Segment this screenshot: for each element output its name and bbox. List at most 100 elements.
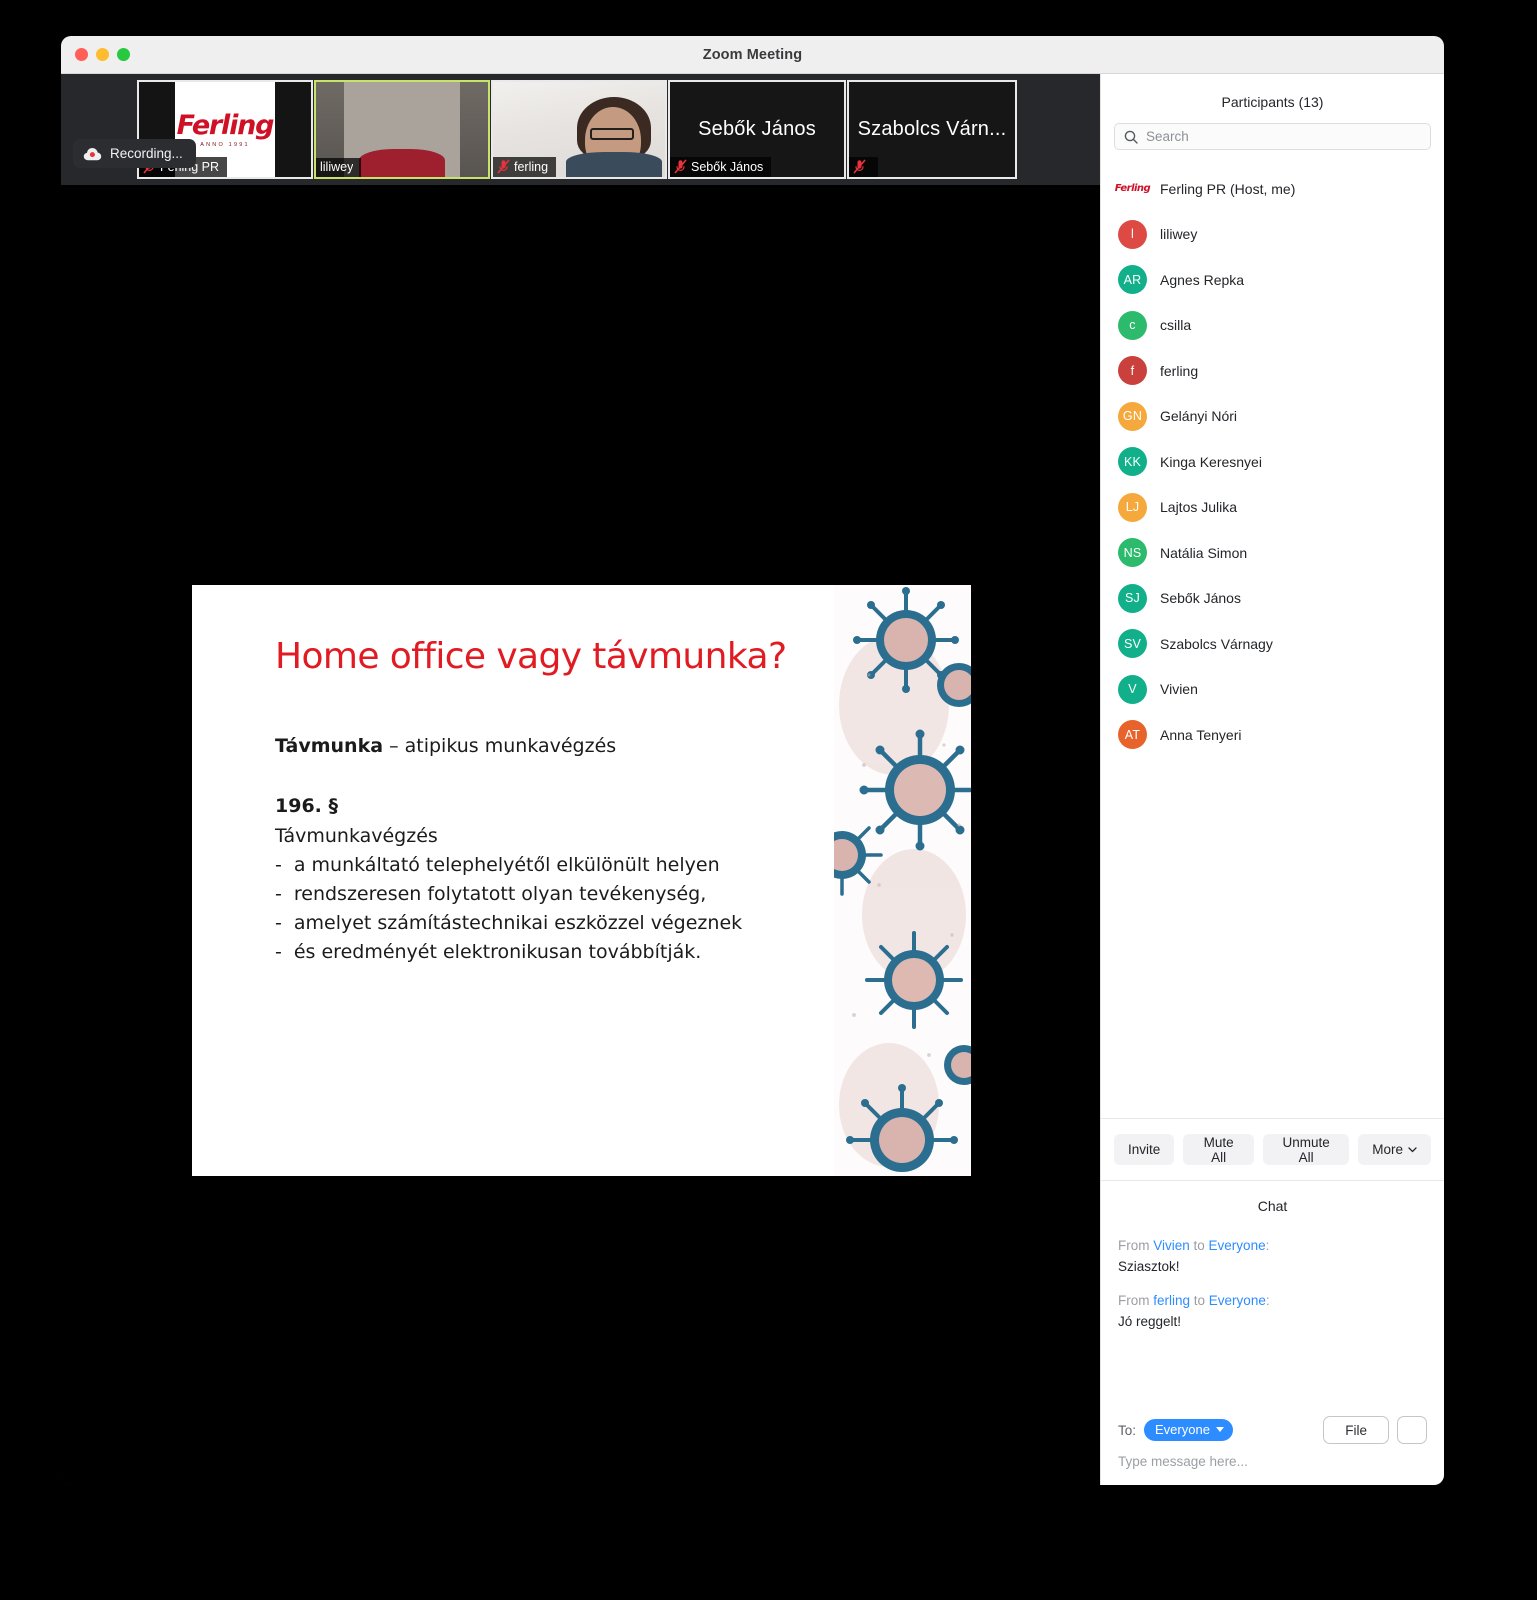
participant-name: Szabolcs Várnagy	[1160, 635, 1273, 652]
bullet-text: és eredményét elektronikusan továbbítják…	[293, 940, 702, 963]
participant-name: Vivien	[1160, 681, 1198, 698]
slide-bullet-item: - amelyet számítástechnikai eszközzel vé…	[275, 912, 834, 934]
avatar: SJ	[1118, 583, 1147, 613]
ferling-logo-wordmark: Ferling	[176, 109, 275, 141]
avatar: f	[1118, 356, 1147, 386]
unmute-all-button[interactable]: Unmute All	[1263, 1134, 1350, 1165]
chat-recipient-row: To: Everyone File	[1118, 1416, 1427, 1444]
mic-off-icon	[674, 159, 687, 174]
avatar-initials: AT	[1124, 727, 1141, 742]
chat-recipient[interactable]: Everyone	[1209, 1238, 1266, 1253]
video-tile-sebok-janos[interactable]: Sebők János Sebők János	[668, 80, 846, 179]
invite-button[interactable]: Invite	[1114, 1134, 1175, 1165]
file-button[interactable]: File	[1323, 1416, 1389, 1444]
cloud-recording-icon	[83, 147, 102, 160]
avatar: AR	[1118, 265, 1147, 295]
more-button[interactable]: More	[1358, 1134, 1431, 1165]
slide-content: Home office vagy távmunka? Távmunka – at…	[192, 585, 834, 1176]
slide-virus-artwork	[834, 585, 971, 1176]
chat-message-input[interactable]	[1118, 1454, 1427, 1469]
zoom-meeting-window: Zoom Meeting Ferling ANNO 1991 PR liliwe…	[61, 36, 1444, 1485]
avatar-initials: NS	[1123, 545, 1142, 560]
participant-row[interactable]: SV Szabolcs Várnagy	[1101, 621, 1444, 667]
participant-row[interactable]: Ferling Ferling PR (Host, me)	[1101, 166, 1444, 212]
chat-messages: From Vivien to Everyone: Sziasztok! From…	[1101, 1224, 1444, 1416]
avatar-initials: f	[1130, 363, 1135, 378]
chat-recipient[interactable]: Everyone	[1209, 1293, 1266, 1308]
participant-row[interactable]: V Vivien	[1101, 667, 1444, 713]
participant-row[interactable]: LJ Lajtos Julika	[1101, 485, 1444, 531]
video-tile-liliwey[interactable]: liliwey	[314, 80, 490, 179]
avatar: LJ	[1118, 492, 1147, 522]
chat-suffix: :	[1265, 1238, 1270, 1253]
chat-mid: to	[1189, 1238, 1209, 1253]
participant-row[interactable]: c csilla	[1101, 303, 1444, 349]
slide-paragraph: 196. § Távmunkavégzés - a munkáltató tel…	[275, 795, 834, 963]
window-titlebar: Zoom Meeting	[61, 36, 1444, 74]
participants-actions: Invite Mute All Unmute All More	[1101, 1118, 1444, 1180]
unmute-all-label: Unmute All	[1282, 1134, 1330, 1165]
participant-row[interactable]: GN Gelányi Nóri	[1101, 394, 1444, 440]
participant-name: liliwey	[1160, 226, 1198, 243]
ferling-logo-tagline: ANNO 1991	[200, 141, 250, 148]
participant-name: csilla	[1160, 317, 1192, 334]
participant-name: Agnes Repka	[1160, 271, 1245, 288]
participants-header: Participants (13)	[1221, 94, 1324, 110]
video-tile-label: liliwey	[316, 158, 362, 177]
bullet-mark: -	[275, 853, 282, 876]
emoji-button[interactable]	[1397, 1416, 1427, 1444]
video-tile-label: Sebők János	[670, 157, 772, 177]
avatar: AT	[1118, 720, 1147, 750]
participant-row[interactable]: AT Anna Tenyeri	[1101, 712, 1444, 758]
chat-recipient-dropdown[interactable]: Everyone	[1144, 1419, 1233, 1441]
caret-down-icon	[1215, 1427, 1224, 1432]
recording-indicator[interactable]: Recording...	[73, 139, 196, 168]
video-tile-label	[849, 157, 878, 177]
chat-prefix: From	[1118, 1238, 1154, 1253]
chat-footer: To: Everyone File	[1101, 1416, 1444, 1485]
search-icon	[1124, 130, 1138, 144]
participant-row[interactable]: l liliwey	[1101, 212, 1444, 258]
avatar: GN	[1118, 401, 1147, 431]
avatar-initials: V	[1128, 682, 1137, 697]
avatar-initials: l	[1131, 227, 1134, 242]
chat-message-body: Jó reggelt!	[1118, 1314, 1182, 1330]
chat-to-label: To:	[1118, 1422, 1137, 1438]
shared-screen-slide: Home office vagy távmunka? Távmunka – at…	[192, 585, 971, 1176]
chat-sender[interactable]: ferling	[1153, 1293, 1190, 1308]
chat-recipient-value: Everyone	[1155, 1422, 1210, 1437]
search-box[interactable]	[1114, 123, 1431, 150]
participant-name: Anna Tenyeri	[1160, 726, 1242, 743]
participants-list: Ferling Ferling PR (Host, me) l liliwey …	[1101, 162, 1444, 1118]
mute-all-button[interactable]: Mute All	[1183, 1134, 1255, 1165]
search-input[interactable]	[1146, 129, 1421, 144]
avatar-initials: c	[1129, 318, 1136, 333]
chat-header: Chat	[1257, 1198, 1288, 1214]
mic-off-icon	[853, 159, 866, 174]
more-label: More	[1372, 1142, 1403, 1157]
coronavirus-illustration	[834, 585, 971, 1176]
participant-row[interactable]: NS Natália Simon	[1101, 530, 1444, 576]
avatar: NS	[1118, 538, 1147, 568]
chat-message-meta: From ferling to Everyone:	[1118, 1291, 1427, 1312]
participant-row[interactable]: SJ Sebők János	[1101, 576, 1444, 622]
avatar: V	[1118, 674, 1147, 704]
avatar-initials: SJ	[1125, 591, 1140, 606]
video-tile-name: ferling	[514, 159, 549, 174]
chat-message-meta: From Vivien to Everyone:	[1118, 1236, 1427, 1257]
avatar-initials: LJ	[1125, 500, 1140, 515]
chat-message: From Vivien to Everyone: Sziasztok!	[1118, 1236, 1427, 1277]
chat-mid: to	[1190, 1293, 1209, 1309]
slide-bullet-item: - rendszeresen folytatott olyan tevékeny…	[275, 883, 834, 905]
participant-row[interactable]: f ferling	[1101, 348, 1444, 394]
video-tile-szabolcs-varnagy[interactable]: Szabolcs Várn...	[847, 80, 1017, 179]
mute-all-label: Mute All	[1203, 1134, 1234, 1165]
window-title: Zoom Meeting	[702, 46, 803, 63]
participant-row[interactable]: AR Agnes Repka	[1101, 257, 1444, 303]
avatar-initials: SV	[1123, 636, 1142, 651]
video-tile-ferling[interactable]: ferling	[491, 80, 667, 179]
chat-sender[interactable]: Vivien	[1153, 1238, 1190, 1253]
participant-name: Ferling PR (Host, me)	[1160, 180, 1296, 197]
participant-name: ferling	[1160, 362, 1199, 379]
participant-row[interactable]: KK Kinga Keresnyei	[1101, 439, 1444, 485]
